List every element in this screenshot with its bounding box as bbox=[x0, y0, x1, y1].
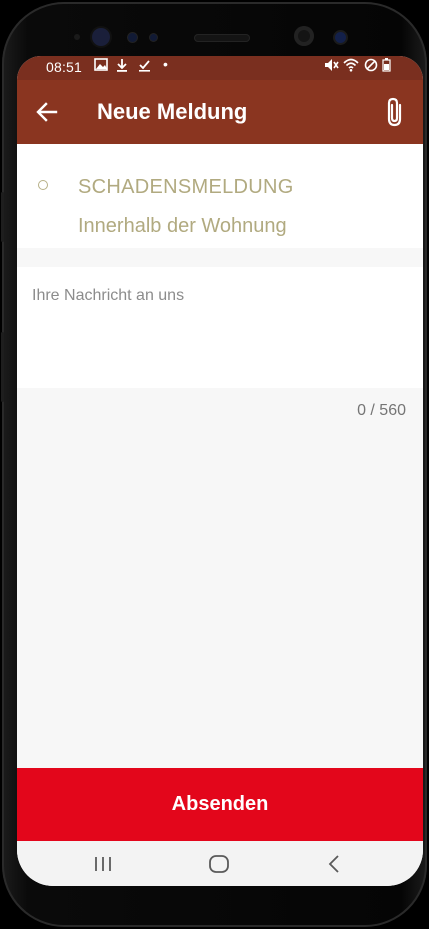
dot-icon: • bbox=[163, 56, 168, 72]
report-subcategory: Innerhalb der Wohnung bbox=[78, 215, 287, 237]
report-category: SCHADENSMELDUNG bbox=[78, 176, 294, 198]
recents-icon bbox=[95, 857, 111, 871]
message-card bbox=[17, 267, 423, 388]
checkmark-icon bbox=[138, 58, 151, 75]
status-time: 08:51 bbox=[46, 59, 83, 75]
page-title: Neue Meldung bbox=[97, 99, 248, 124]
back-button[interactable] bbox=[31, 94, 63, 130]
radio-button[interactable] bbox=[38, 180, 48, 190]
image-icon bbox=[94, 58, 108, 74]
character-counter: 0 / 560 bbox=[357, 402, 406, 419]
app-bar: Neue Meldung bbox=[17, 80, 423, 144]
system-back-button[interactable] bbox=[314, 849, 354, 879]
do-not-disturb-icon bbox=[364, 58, 378, 75]
report-type-card[interactable]: SCHADENSMELDUNG Innerhalb der Wohnung bbox=[17, 144, 423, 248]
battery-icon bbox=[382, 58, 391, 75]
earpiece-speaker bbox=[194, 34, 250, 42]
status-bar: 08:51 • bbox=[17, 56, 423, 80]
sensor-dot bbox=[128, 33, 137, 42]
home-button[interactable] bbox=[199, 849, 239, 879]
message-input[interactable] bbox=[32, 287, 408, 377]
recents-button[interactable] bbox=[83, 849, 123, 879]
submit-label: Absenden bbox=[171, 793, 269, 815]
chevron-left-icon bbox=[328, 855, 339, 873]
wifi-icon bbox=[343, 58, 360, 75]
paperclip-icon bbox=[387, 97, 402, 127]
arrow-left-icon bbox=[36, 102, 58, 122]
home-icon bbox=[209, 855, 229, 873]
iris-scanner bbox=[294, 26, 314, 46]
attach-button[interactable] bbox=[383, 96, 413, 130]
front-camera bbox=[92, 28, 110, 46]
volume-button bbox=[1, 192, 4, 242]
sensor-dot bbox=[74, 34, 80, 40]
sensor-dot bbox=[335, 32, 346, 43]
screen: 08:51 • Neue Meldung SCHADENSMELDUNG Inn… bbox=[17, 56, 423, 886]
power-button bbox=[1, 332, 4, 402]
download-icon bbox=[116, 58, 128, 75]
mute-icon bbox=[324, 58, 339, 75]
sensor-dot bbox=[150, 34, 157, 41]
submit-button[interactable]: Absenden bbox=[17, 768, 423, 841]
system-nav-bar bbox=[17, 841, 423, 886]
